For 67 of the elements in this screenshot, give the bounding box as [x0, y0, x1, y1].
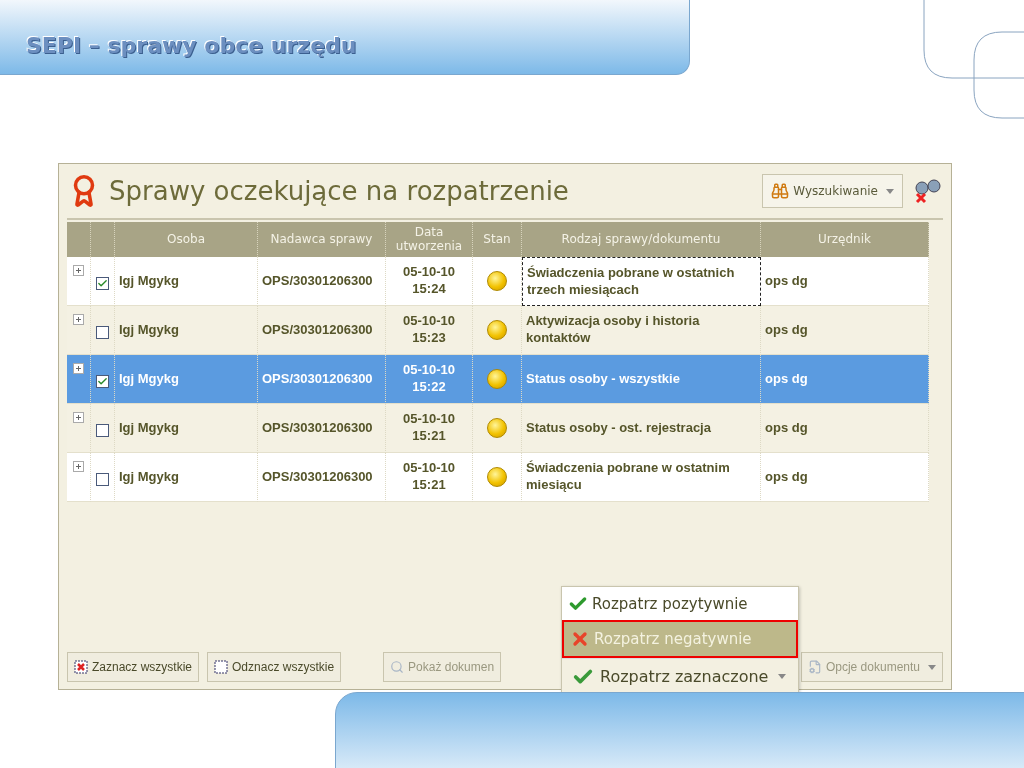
- column-header[interactable]: Nadawca sprawy: [258, 222, 386, 257]
- table-cell: ops dg: [761, 453, 929, 502]
- expand-icon[interactable]: [73, 265, 84, 276]
- table-cell: Igj Mgykg: [115, 404, 258, 453]
- column-header[interactable]: Stan: [473, 222, 522, 257]
- table-cell: Igj Mgykg: [115, 306, 258, 355]
- table-cell: Świadczenia pobrane w ostatnim miesiącu: [522, 453, 761, 502]
- table-cell: Świadczenia pobrane w ostatnich trzech miesiącach: [522, 257, 761, 306]
- table-cell: OPS/30301206300: [258, 306, 386, 355]
- table-cell: 05-10-10 15:23: [386, 306, 473, 355]
- caret-icon: [886, 188, 894, 194]
- checkbox[interactable]: [96, 276, 109, 290]
- cross-icon: [570, 629, 590, 649]
- checkbox-icon: [214, 660, 229, 674]
- table-cell: Igj Mgykg: [115, 355, 258, 404]
- expand-icon[interactable]: [73, 314, 84, 325]
- table-cell: OPS/30301206300: [258, 355, 386, 404]
- table-cell: Igj Mgykg: [115, 453, 258, 502]
- status-dot-icon: [487, 467, 507, 487]
- expand-icon[interactable]: [73, 363, 84, 374]
- checkbox-cross-icon: [74, 660, 88, 674]
- binoculars-cross-icon[interactable]: [913, 178, 943, 204]
- table-cell: 05-10-10 15:21: [386, 453, 473, 502]
- column-header[interactable]: Rodzaj sprawy/dokumentu: [522, 222, 761, 257]
- checkbox[interactable]: [96, 325, 109, 339]
- table-cell: Status osoby - ost. rejestracja: [522, 404, 761, 453]
- table-cell: OPS/30301206300: [258, 257, 386, 306]
- check-icon: [97, 375, 108, 387]
- table-cell: Status osoby - wszystkie: [522, 355, 761, 404]
- table-cell: Igj Mgykg: [115, 257, 258, 306]
- table-cell: OPS/30301206300: [258, 404, 386, 453]
- status-dot-icon: [487, 271, 507, 291]
- panel-title: Sprawy oczekujące na rozpatrzenie: [109, 176, 570, 206]
- table-cell: ops dg: [761, 306, 929, 355]
- search-icon: [390, 660, 405, 674]
- table-cell: 05-10-10 15:24: [386, 257, 473, 306]
- review-selected-button[interactable]: Rozpatrz zaznaczone: [562, 658, 798, 694]
- checkbox[interactable]: [96, 423, 109, 437]
- menu-item[interactable]: Rozpatrz negatywnie: [562, 620, 798, 658]
- column-header[interactable]: Osoba: [115, 222, 258, 257]
- expand-icon[interactable]: [73, 412, 84, 423]
- uncheck-all-button[interactable]: Odznacz wszystkie: [207, 652, 342, 682]
- table-cell: Aktywizacja osoby i historia kontaktów: [522, 306, 761, 355]
- checkbox[interactable]: [96, 472, 109, 486]
- status-dot-icon: [487, 320, 507, 340]
- checkbox[interactable]: [96, 374, 109, 388]
- status-dot-icon: [487, 369, 507, 389]
- caret-icon: [778, 674, 787, 679]
- check-icon: [97, 277, 108, 289]
- check-all-button[interactable]: Zaznacz wszystkie: [67, 652, 200, 682]
- column-header[interactable]: Data utworzenia: [386, 222, 473, 257]
- document-gear-icon: [807, 660, 822, 674]
- menu-item[interactable]: Rozpatrz pozytywnie: [562, 587, 798, 620]
- table-cell: ops dg: [761, 404, 929, 453]
- table-cell: 05-10-10 15:21: [386, 404, 473, 453]
- status-dot-icon: [487, 418, 507, 438]
- binoculars-icon: [771, 182, 790, 200]
- column-header[interactable]: Urzędnik: [761, 222, 929, 257]
- table-cell: 05-10-10 15:22: [386, 355, 473, 404]
- caret-icon: [928, 664, 936, 670]
- search-dropdown[interactable]: Wyszukiwanie: [762, 174, 903, 208]
- slide-title: SEPI – sprawy obce urzędu: [26, 32, 357, 58]
- table-cell: ops dg: [761, 355, 929, 404]
- table-cell: OPS/30301206300: [258, 453, 386, 502]
- column-header: [67, 222, 91, 257]
- table-cell: ops dg: [761, 257, 929, 306]
- expand-icon[interactable]: [73, 461, 84, 472]
